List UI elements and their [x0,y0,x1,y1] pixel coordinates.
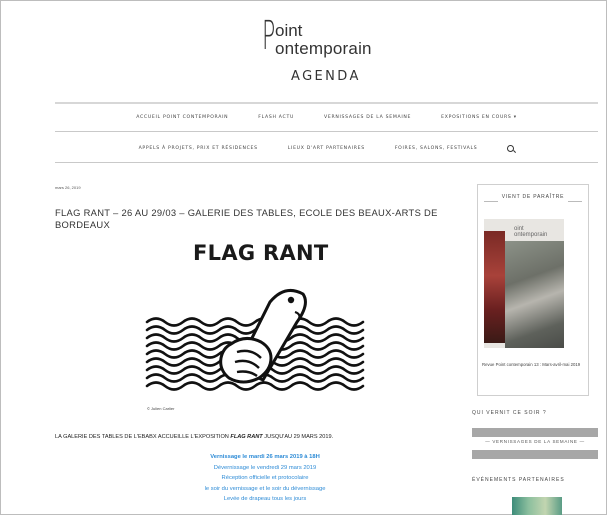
nav-item-appels[interactable]: APPELS À PROJETS, PRIX ET RÉSIDENCES [139,146,258,152]
nav-row-1: ACCUEIL POINT CONTEMPORAIN FLASH ACTU VE… [55,115,598,120]
vernissages-semaine-link[interactable]: — VERNISSAGES DE LA SEMAINE — [472,439,598,444]
cover-logo: oint ontemporain [514,226,548,238]
image-credit: © Julien Carlier [147,406,175,411]
vient-rule-right [568,201,582,202]
nav-top-rule [55,102,598,104]
logo-initial: P [262,13,276,59]
nav-item-foires[interactable]: FOIRES, SALONS, FESTIVALS [395,146,478,152]
nav-item-accueil[interactable]: ACCUEIL POINT CONTEMPORAIN [136,115,228,120]
magazine-cover[interactable]: oint ontemporain [484,219,564,348]
event-line-devernissage: Dévernissage le vendredi 29 mars 2019 [213,464,317,471]
intro-text-2: JUSQU'AU 29 MARS 2019. [262,434,334,440]
site-logo[interactable]: P oint ontemporain AGENDA [262,14,422,94]
vient-de-paraitre-heading: VIENT DE PARAÎTRE [501,194,565,200]
evenements-heading: ÉVÉNEMENTS PARTENAIRES [472,477,565,483]
search-icon[interactable] [507,145,515,152]
event-line-vernissage: Vernissage le mardi 26 mars 2019 à 18H [210,454,320,460]
gray-bar-2 [472,450,598,459]
nav-item-lieux[interactable]: LIEUX D'ART PARTENAIRES [288,146,365,152]
qui-vernit-heading: QUI VERNIT CE SOIR ? [472,410,547,416]
cover-caption[interactable]: Revue Point contemporain 13 : Mars-avril… [482,362,582,368]
intro-exhibition-name: FLAG RANT [230,434,263,440]
gray-bar-1 [472,428,598,437]
logo-line-2: ontemporain [275,39,372,58]
article-title[interactable]: FLAG RANT – 26 AU 29/03 – GALERIE DES TA… [55,207,445,230]
nav-row-2: APPELS À PROJETS, PRIX ET RÉSIDENCES LIE… [55,145,598,152]
vient-rule-left [484,201,498,202]
nav-item-vernissages[interactable]: VERNISSAGES DE LA SEMAINE [324,115,411,120]
event-line-drapeau: Levée de drapeau tous les jours [223,496,307,502]
logo-line-1: oint [275,21,303,40]
nav-item-expositions[interactable]: EXPOSITIONS EN COURS ▾ [441,115,517,120]
nav-item-flash-actu[interactable]: FLASH ACTU [258,115,294,120]
cover-red-panel [484,231,505,343]
fish-waves-illustration [145,288,365,391]
event-thumbnail[interactable] [512,497,562,515]
nav-bottom-rule [55,162,598,163]
flag-rant-heading: FLAG RANT [193,241,329,265]
intro-text-1: LA GALERIE DES TABLES DE L'EBABX ACCUEIL… [55,434,231,440]
article-date: mars 26, 2019 [55,185,81,190]
event-line-soir: le soir du vernissage et le soir du déve… [204,485,326,492]
article-intro: LA GALERIE DES TABLES DE L'EBABX ACCUEIL… [55,434,455,440]
nav-middle-rule [55,131,598,132]
event-line-reception: Réception officielle et protocolaire [221,475,309,481]
logo-subtitle: AGENDA [291,69,361,84]
cover-sculpture-image [505,241,564,348]
